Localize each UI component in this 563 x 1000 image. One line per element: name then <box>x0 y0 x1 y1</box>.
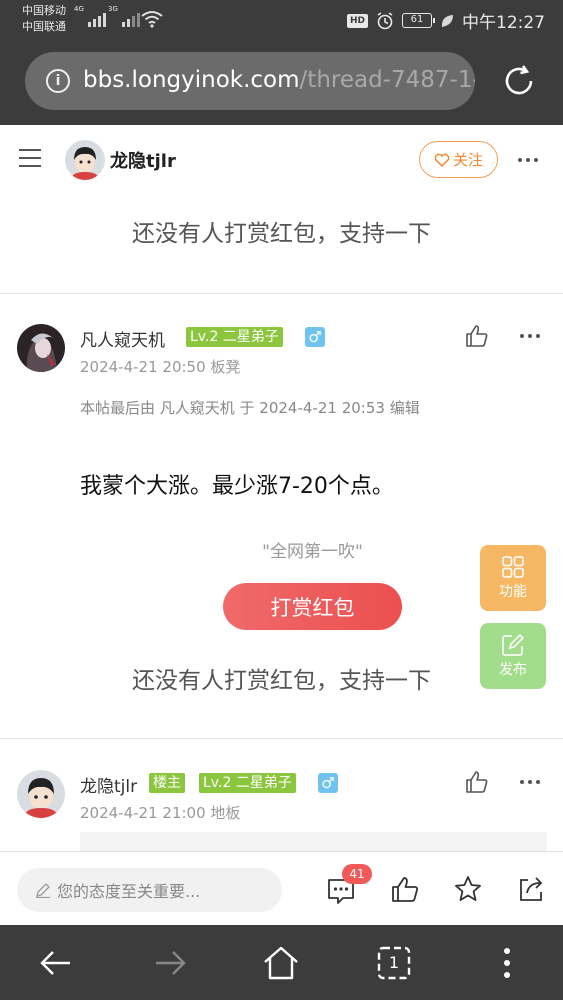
post-content: 我蒙个大涨。最少涨7-20个点。 <box>80 474 394 499</box>
avatar[interactable] <box>17 324 65 372</box>
post-quote: "全网第一吹" <box>262 542 363 562</box>
edit-icon <box>502 633 525 656</box>
comment-placeholder: 您的态度至关重要... <box>57 882 201 901</box>
url-path: /thread-7487-1- <box>299 67 475 93</box>
more-icon[interactable] <box>518 158 538 162</box>
function-label: 功能 <box>499 584 527 600</box>
post-meta: 2024-4-21 21:00 地板 <box>80 804 241 822</box>
header-author-name[interactable]: 龙隐tjlr <box>110 147 176 173</box>
info-icon[interactable]: i <box>46 69 70 93</box>
edit-note: 本帖最后由 凡人窥天机 于 2024-4-21 20:53 编辑 <box>80 399 420 417</box>
like-icon[interactable] <box>464 769 490 795</box>
reward-button[interactable]: 打赏红包 <box>223 583 402 630</box>
comment-input[interactable]: 您的态度至关重要... <box>17 868 282 912</box>
carrier-1: 中国移动 <box>22 4 66 17</box>
male-icon: ♂ <box>305 327 325 347</box>
menu-dots-icon[interactable] <box>487 943 527 983</box>
follow-button[interactable]: 关注 <box>419 141 498 178</box>
avatar[interactable] <box>65 140 105 180</box>
forward-arrow-icon[interactable] <box>150 943 190 983</box>
share-icon[interactable] <box>516 874 546 904</box>
like-icon[interactable] <box>464 323 490 349</box>
alarm-icon <box>377 11 393 29</box>
grid-icon <box>502 556 524 578</box>
function-button[interactable]: 功能 <box>480 545 546 611</box>
male-icon: ♂ <box>318 773 338 793</box>
action-bar: 您的态度至关重要... 41 <box>0 851 563 925</box>
publish-label: 发布 <box>499 662 527 678</box>
divider <box>0 293 563 294</box>
reward-empty-text: 还没有人打赏红包，支持一下 <box>132 221 431 247</box>
reward-empty-text: 还没有人打赏红包，支持一下 <box>132 668 431 694</box>
network-type-1: 4G <box>74 5 84 13</box>
post-author-name[interactable]: 凡人窥天机 <box>80 326 165 351</box>
owner-badge: 楼主 <box>149 773 185 793</box>
signal-2-icon: 3G <box>108 5 140 27</box>
pencil-icon <box>36 883 50 898</box>
level-badge: Lv.2 二星弟子 <box>199 773 296 793</box>
avatar[interactable] <box>17 770 65 818</box>
tabs-button[interactable]: 1 <box>374 943 414 983</box>
post-more-icon[interactable] <box>520 334 540 338</box>
back-arrow-icon[interactable] <box>36 943 76 983</box>
follow-label: 关注 <box>452 151 483 169</box>
wifi-icon <box>141 11 163 28</box>
level-badge: Lv.2 二星弟子 <box>186 327 283 347</box>
heart-icon <box>434 153 450 167</box>
clock: 中午12:27 <box>462 13 545 33</box>
post-meta: 2024-4-21 20:50 板凳 <box>80 358 241 376</box>
tabs-count: 1 <box>388 953 400 972</box>
hd-icon: HD <box>346 13 368 28</box>
battery-icon: 61 <box>402 13 435 28</box>
publish-button[interactable]: 发布 <box>480 623 546 689</box>
network-type-2: 3G <box>108 5 118 13</box>
leaf-icon <box>441 14 453 27</box>
home-icon[interactable] <box>261 943 301 983</box>
status-bar: 中国移动 中国联通 4G 3G HD 61 中午12:27 <box>0 0 563 38</box>
url-domain: bbs.longyinok.com <box>83 67 300 93</box>
carrier-labels: 中国移动 中国联通 <box>22 3 66 35</box>
favorite-star-icon[interactable] <box>453 874 483 904</box>
url-field[interactable]: i bbs.longyinok.com/thread-7487-1- <box>25 52 475 110</box>
signal-1-icon: 4G <box>74 5 106 27</box>
like-icon[interactable] <box>390 874 420 904</box>
browser-nav-bar: 1 <box>0 925 563 1000</box>
comment-count-badge: 41 <box>342 864 372 884</box>
post-author-name[interactable]: 龙隐tjlr <box>80 772 137 797</box>
browser-address-bar: i bbs.longyinok.com/thread-7487-1- <box>0 38 563 125</box>
divider <box>0 738 563 739</box>
status-right: HD 61 中午12:27 <box>346 8 545 33</box>
thread-header: 龙隐tjlr 关注 <box>0 125 563 195</box>
menu-icon[interactable] <box>19 149 41 167</box>
post-more-icon[interactable] <box>520 780 540 784</box>
reload-icon[interactable] <box>501 63 537 99</box>
url-text[interactable]: bbs.longyinok.com/thread-7487-1- <box>83 67 475 93</box>
carrier-2: 中国联通 <box>22 20 66 33</box>
